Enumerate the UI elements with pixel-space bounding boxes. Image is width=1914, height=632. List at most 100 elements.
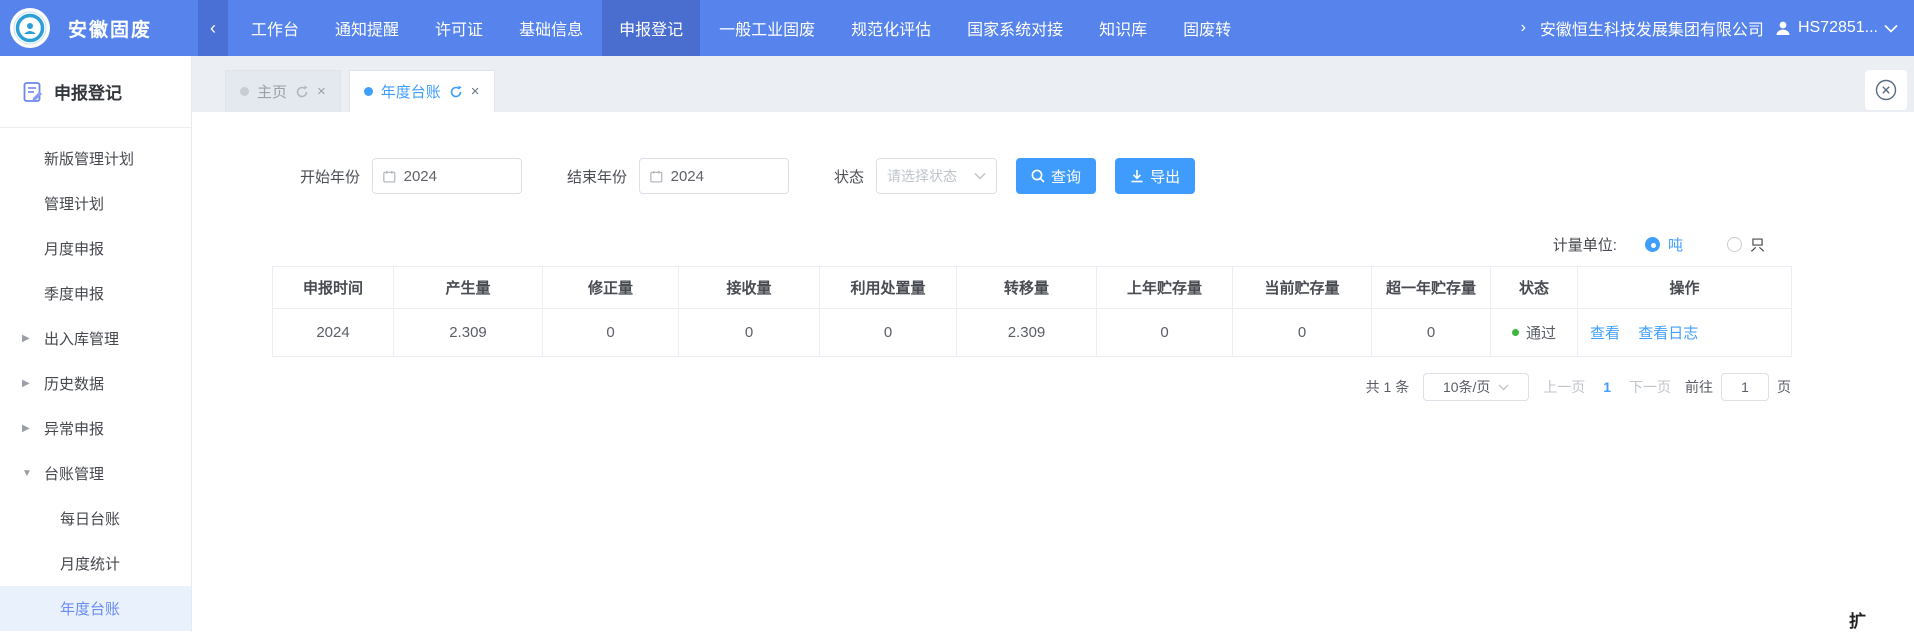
nav-item-notifications[interactable]: 通知提醒 (318, 0, 416, 56)
search-button[interactable]: 查询 (1016, 158, 1096, 194)
nav-item-general-industrial-waste[interactable]: 一般工业固废 (702, 0, 832, 56)
sidebar-item-daily-ledger[interactable]: 每日台账 (0, 496, 191, 541)
search-button-label: 查询 (1051, 166, 1081, 187)
cell-over-one-year-storage: 0 (1372, 309, 1491, 357)
close-tab-icon[interactable]: × (317, 83, 326, 100)
filter-bar: 开始年份 结束年份 (300, 158, 1791, 194)
tab-dot-icon (364, 87, 373, 96)
nav-item-waste-transfer[interactable]: 固废转 (1166, 0, 1248, 56)
unit-label: 计量单位: (1553, 234, 1617, 255)
tab-label: 年度台账 (381, 81, 441, 102)
col-status: 状态 (1491, 267, 1578, 309)
cell-transferred: 2.309 (957, 309, 1097, 357)
download-icon (1130, 169, 1144, 183)
sidebar-item-historical-data[interactable]: ▶ 历史数据 (0, 361, 191, 406)
page-size-value: 10条/页 (1443, 377, 1490, 397)
tab-home[interactable]: 主页 × (225, 70, 341, 112)
corner-glyph: 扩 (1849, 607, 1866, 632)
radio-selected-icon (1645, 237, 1660, 252)
unit-radio-piece[interactable]: 只 (1727, 234, 1765, 255)
end-year-value[interactable] (671, 168, 778, 185)
nav-item-basic-info[interactable]: 基础信息 (502, 0, 600, 56)
col-last-year-storage: 上年贮存量 (1097, 267, 1233, 309)
caret-right-icon: ▶ (22, 378, 30, 389)
sidebar-item-annual-ledger[interactable]: 年度台账 (0, 586, 191, 631)
tab-bar: 主页 × 年度台账 × (192, 56, 1914, 112)
nav-item-declaration[interactable]: 申报登记 (602, 0, 700, 56)
tab-dot-icon (240, 87, 249, 96)
cell-corrected: 0 (543, 309, 679, 357)
sidebar-item-monthly-declaration[interactable]: 月度申报 (0, 226, 191, 271)
close-tab-icon[interactable]: × (471, 83, 480, 100)
sidebar-item-label: 异常申报 (44, 418, 104, 439)
circle-close-icon (1875, 79, 1897, 101)
status-select[interactable]: 请选择状态 (876, 158, 997, 194)
nav-item-national-system[interactable]: 国家系统对接 (950, 0, 1080, 56)
view-link[interactable]: 查看 (1590, 325, 1620, 342)
company-name[interactable]: 安徽恒生科技发展集团有限公司 (1540, 16, 1764, 40)
prev-page-button[interactable]: 上一页 (1543, 377, 1585, 397)
cell-declare-time: 2024 (273, 309, 394, 357)
end-year-input[interactable] (639, 158, 789, 194)
sidebar-item-label: 出入库管理 (44, 328, 119, 349)
start-year-input[interactable] (372, 158, 522, 194)
radio-unselected-icon (1727, 237, 1742, 252)
table-row: 2024 2.309 0 0 0 2.309 0 0 0 (273, 309, 1792, 357)
start-year-value[interactable] (404, 168, 511, 185)
refresh-icon[interactable] (295, 85, 309, 99)
pagination: 共 1 条 10条/页 上一页 1 下一页 前往 页 (272, 373, 1791, 401)
sidebar-item-new-management-plan[interactable]: 新版管理计划 (0, 136, 191, 181)
chevron-down-icon (1884, 24, 1898, 33)
main-area: 主页 × 年度台账 × (192, 56, 1914, 632)
sidebar-item-label: 历史数据 (44, 373, 104, 394)
unit-radio-ton[interactable]: 吨 (1645, 234, 1683, 255)
app-logo-icon (10, 8, 50, 48)
page-size-select[interactable]: 10条/页 (1423, 373, 1529, 401)
goto-page-suffix: 页 (1777, 377, 1791, 397)
status-badge: 通过 (1526, 322, 1556, 343)
page-number-1[interactable]: 1 (1599, 379, 1615, 395)
export-button-label: 导出 (1150, 166, 1180, 187)
chevron-down-icon (1498, 384, 1509, 391)
status-placeholder: 请选择状态 (887, 166, 957, 186)
end-year-label: 结束年份 (567, 166, 627, 187)
sidebar-item-inout-storage[interactable]: ▶ 出入库管理 (0, 316, 191, 361)
nav-item-workbench[interactable]: 工作台 (234, 0, 316, 56)
chevron-left-icon: ‹ (210, 18, 216, 39)
cell-received: 0 (679, 309, 820, 357)
next-page-button[interactable]: 下一页 (1629, 377, 1671, 397)
cell-actions: 查看 查看日志 (1578, 309, 1792, 357)
sidebar-item-abnormal-declaration[interactable]: ▶ 异常申报 (0, 406, 191, 451)
goto-label: 前往 (1685, 377, 1713, 397)
annual-ledger-table: 申报时间 产生量 修正量 接收量 利用处置量 转移量 上年贮存量 当前贮存量 超… (272, 266, 1792, 357)
view-log-link[interactable]: 查看日志 (1638, 325, 1698, 342)
goto-page-input[interactable] (1721, 373, 1769, 401)
sidebar: 申报登记 新版管理计划 管理计划 月度申报 季度申报 ▶ 出入库管理 ▶ 历史数… (0, 56, 192, 632)
tab-annual-ledger[interactable]: 年度台账 × (349, 70, 495, 112)
sidebar-item-monthly-statistics[interactable]: 月度统计 (0, 541, 191, 586)
sidebar-item-management-plan[interactable]: 管理计划 (0, 181, 191, 226)
status-label: 状态 (834, 166, 864, 187)
export-button[interactable]: 导出 (1115, 158, 1195, 194)
screen: 安徽固废 ‹ 工作台 通知提醒 许可证 基础信息 申报登记 一般工业固废 规范化… (0, 0, 1914, 632)
sidebar-item-ledger-management[interactable]: ▼ 台账管理 (0, 451, 191, 496)
refresh-icon[interactable] (449, 85, 463, 99)
cell-generated: 2.309 (394, 309, 543, 357)
table-header-row: 申报时间 产生量 修正量 接收量 利用处置量 转移量 上年贮存量 当前贮存量 超… (273, 267, 1792, 309)
sidebar-collapse-button[interactable]: ‹ (198, 0, 228, 56)
close-all-tabs-button[interactable] (1865, 70, 1907, 110)
sidebar-header-label: 申报登记 (54, 79, 122, 104)
sidebar-item-quarterly-declaration[interactable]: 季度申报 (0, 271, 191, 316)
col-actions: 操作 (1578, 267, 1792, 309)
nav-item-standardization-eval[interactable]: 规范化评估 (834, 0, 948, 56)
nav-item-knowledge-base[interactable]: 知识库 (1082, 0, 1164, 56)
app-title: 安徽固废 (68, 15, 152, 42)
nav-overflow-arrow-icon[interactable]: › (1517, 19, 1530, 37)
sidebar-menu: 新版管理计划 管理计划 月度申报 季度申报 ▶ 出入库管理 ▶ 历史数据 ▶ 异… (0, 128, 191, 631)
cell-status: 通过 (1491, 309, 1578, 357)
user-menu[interactable]: HS72851... (1774, 19, 1898, 37)
caret-right-icon: ▶ (22, 333, 30, 344)
tab-label: 主页 (257, 81, 287, 102)
start-year-label: 开始年份 (300, 166, 360, 187)
nav-item-permit[interactable]: 许可证 (418, 0, 500, 56)
